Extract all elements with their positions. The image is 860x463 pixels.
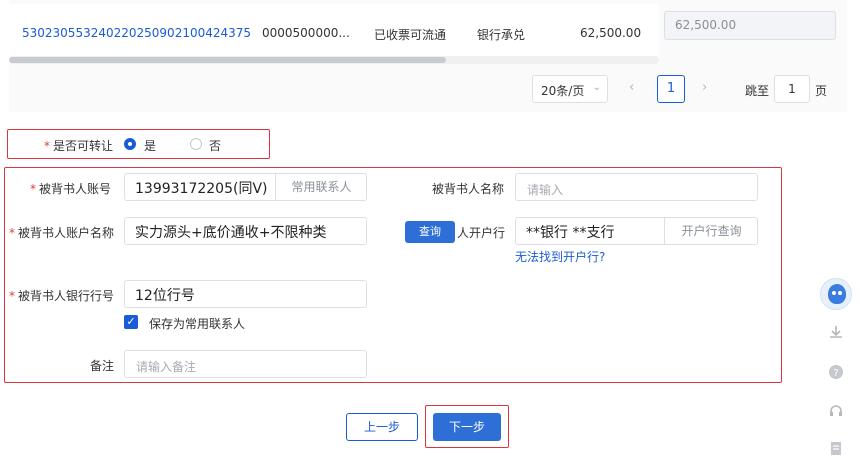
endorsee-name-placeholder: 请输入 — [527, 183, 564, 197]
headset-icon[interactable] — [826, 403, 846, 423]
next-step-button[interactable]: 下一步 — [433, 413, 501, 441]
prev-page-icon[interactable]: ‹ — [629, 80, 634, 95]
current-page-button[interactable]: 1 — [657, 75, 685, 103]
contacts-button[interactable]: 常用联系人 — [275, 174, 367, 200]
endorsee-bank-label: 人开户行 — [457, 226, 506, 240]
endorsee-account-field[interactable]: 13993172205(同V) 常用联系人 — [124, 173, 367, 201]
endorsee-account-value: 13993172205(同V) — [135, 181, 268, 197]
prev-step-button[interactable]: 上一步 — [346, 413, 418, 441]
svg-text:?: ? — [833, 368, 838, 379]
jump-page-input[interactable]: 1 — [774, 75, 810, 103]
document-icon[interactable] — [826, 440, 846, 460]
amount-cell: 62,500.00 — [580, 26, 642, 40]
radio-yes[interactable] — [124, 138, 136, 150]
remark-placeholder: 请输入备注 — [136, 360, 197, 374]
status-cell: 已收票可流通 — [374, 28, 447, 42]
endorsee-bank-code-field[interactable]: 12位行号 — [124, 280, 367, 308]
remark-label: 备注 — [90, 359, 115, 373]
scrollbar-thumb[interactable] — [9, 57, 446, 63]
save-contact-label[interactable]: 保存为常用联系人 — [149, 315, 245, 332]
bank-not-found-link[interactable]: 无法找到开户行? — [515, 248, 605, 265]
sub-range-cell: 0000500000... — [262, 26, 350, 40]
transfer-amount-input[interactable]: 62,500.00 — [664, 11, 836, 40]
page-size-value: 20条/页 — [541, 84, 585, 98]
next-page-icon[interactable]: › — [702, 80, 707, 95]
page-unit-label: 页 — [815, 84, 828, 98]
assistant-avatar-icon[interactable] — [820, 278, 852, 310]
endorsee-account-name-field[interactable]: 实力源头+底价通收+不限种类 — [124, 217, 367, 245]
chevron-down-icon: ⌄ — [592, 82, 601, 93]
endorsee-bank-value: **银行 **支行 — [526, 225, 615, 241]
endorsee-bank-field[interactable]: **银行 **支行 开户行查询 — [515, 217, 758, 245]
help-icon[interactable]: ? — [826, 364, 846, 384]
endorsee-name-input[interactable]: 请输入 — [515, 173, 758, 201]
endorsee-account-name-label: * 被背书人账户名称 — [9, 226, 115, 240]
endorsee-bank-code-value: 12位行号 — [135, 288, 195, 304]
endorsee-account-name-value: 实力源头+底价通收+不限种类 — [135, 225, 327, 241]
radio-no[interactable] — [190, 138, 202, 150]
endorsee-bank-code-label: * 被背书人银行行号 — [9, 289, 115, 303]
radio-no-label[interactable]: 否 — [209, 137, 221, 154]
query-button[interactable]: 查询 — [405, 221, 455, 243]
remark-input[interactable]: 请输入备注 — [124, 350, 367, 378]
save-contact-checkbox[interactable]: ✓ — [124, 315, 138, 329]
page-size-select[interactable]: 20条/页 ⌄ — [532, 75, 608, 103]
endorsee-account-label: * 被背书人账号 — [30, 182, 112, 196]
endorsee-name-label: 被背书人名称 — [432, 182, 505, 196]
bill-type-cell: 银行承兑 — [477, 28, 526, 42]
download-icon[interactable] — [826, 324, 846, 344]
transferable-label: * 是否可转让 — [44, 139, 114, 153]
bank-lookup-button[interactable]: 开户行查询 — [664, 218, 758, 244]
bill-number-link[interactable]: 530230553240220250902100424375 — [22, 26, 251, 40]
radio-yes-label[interactable]: 是 — [144, 137, 156, 154]
jump-label: 跳至 — [745, 84, 770, 98]
